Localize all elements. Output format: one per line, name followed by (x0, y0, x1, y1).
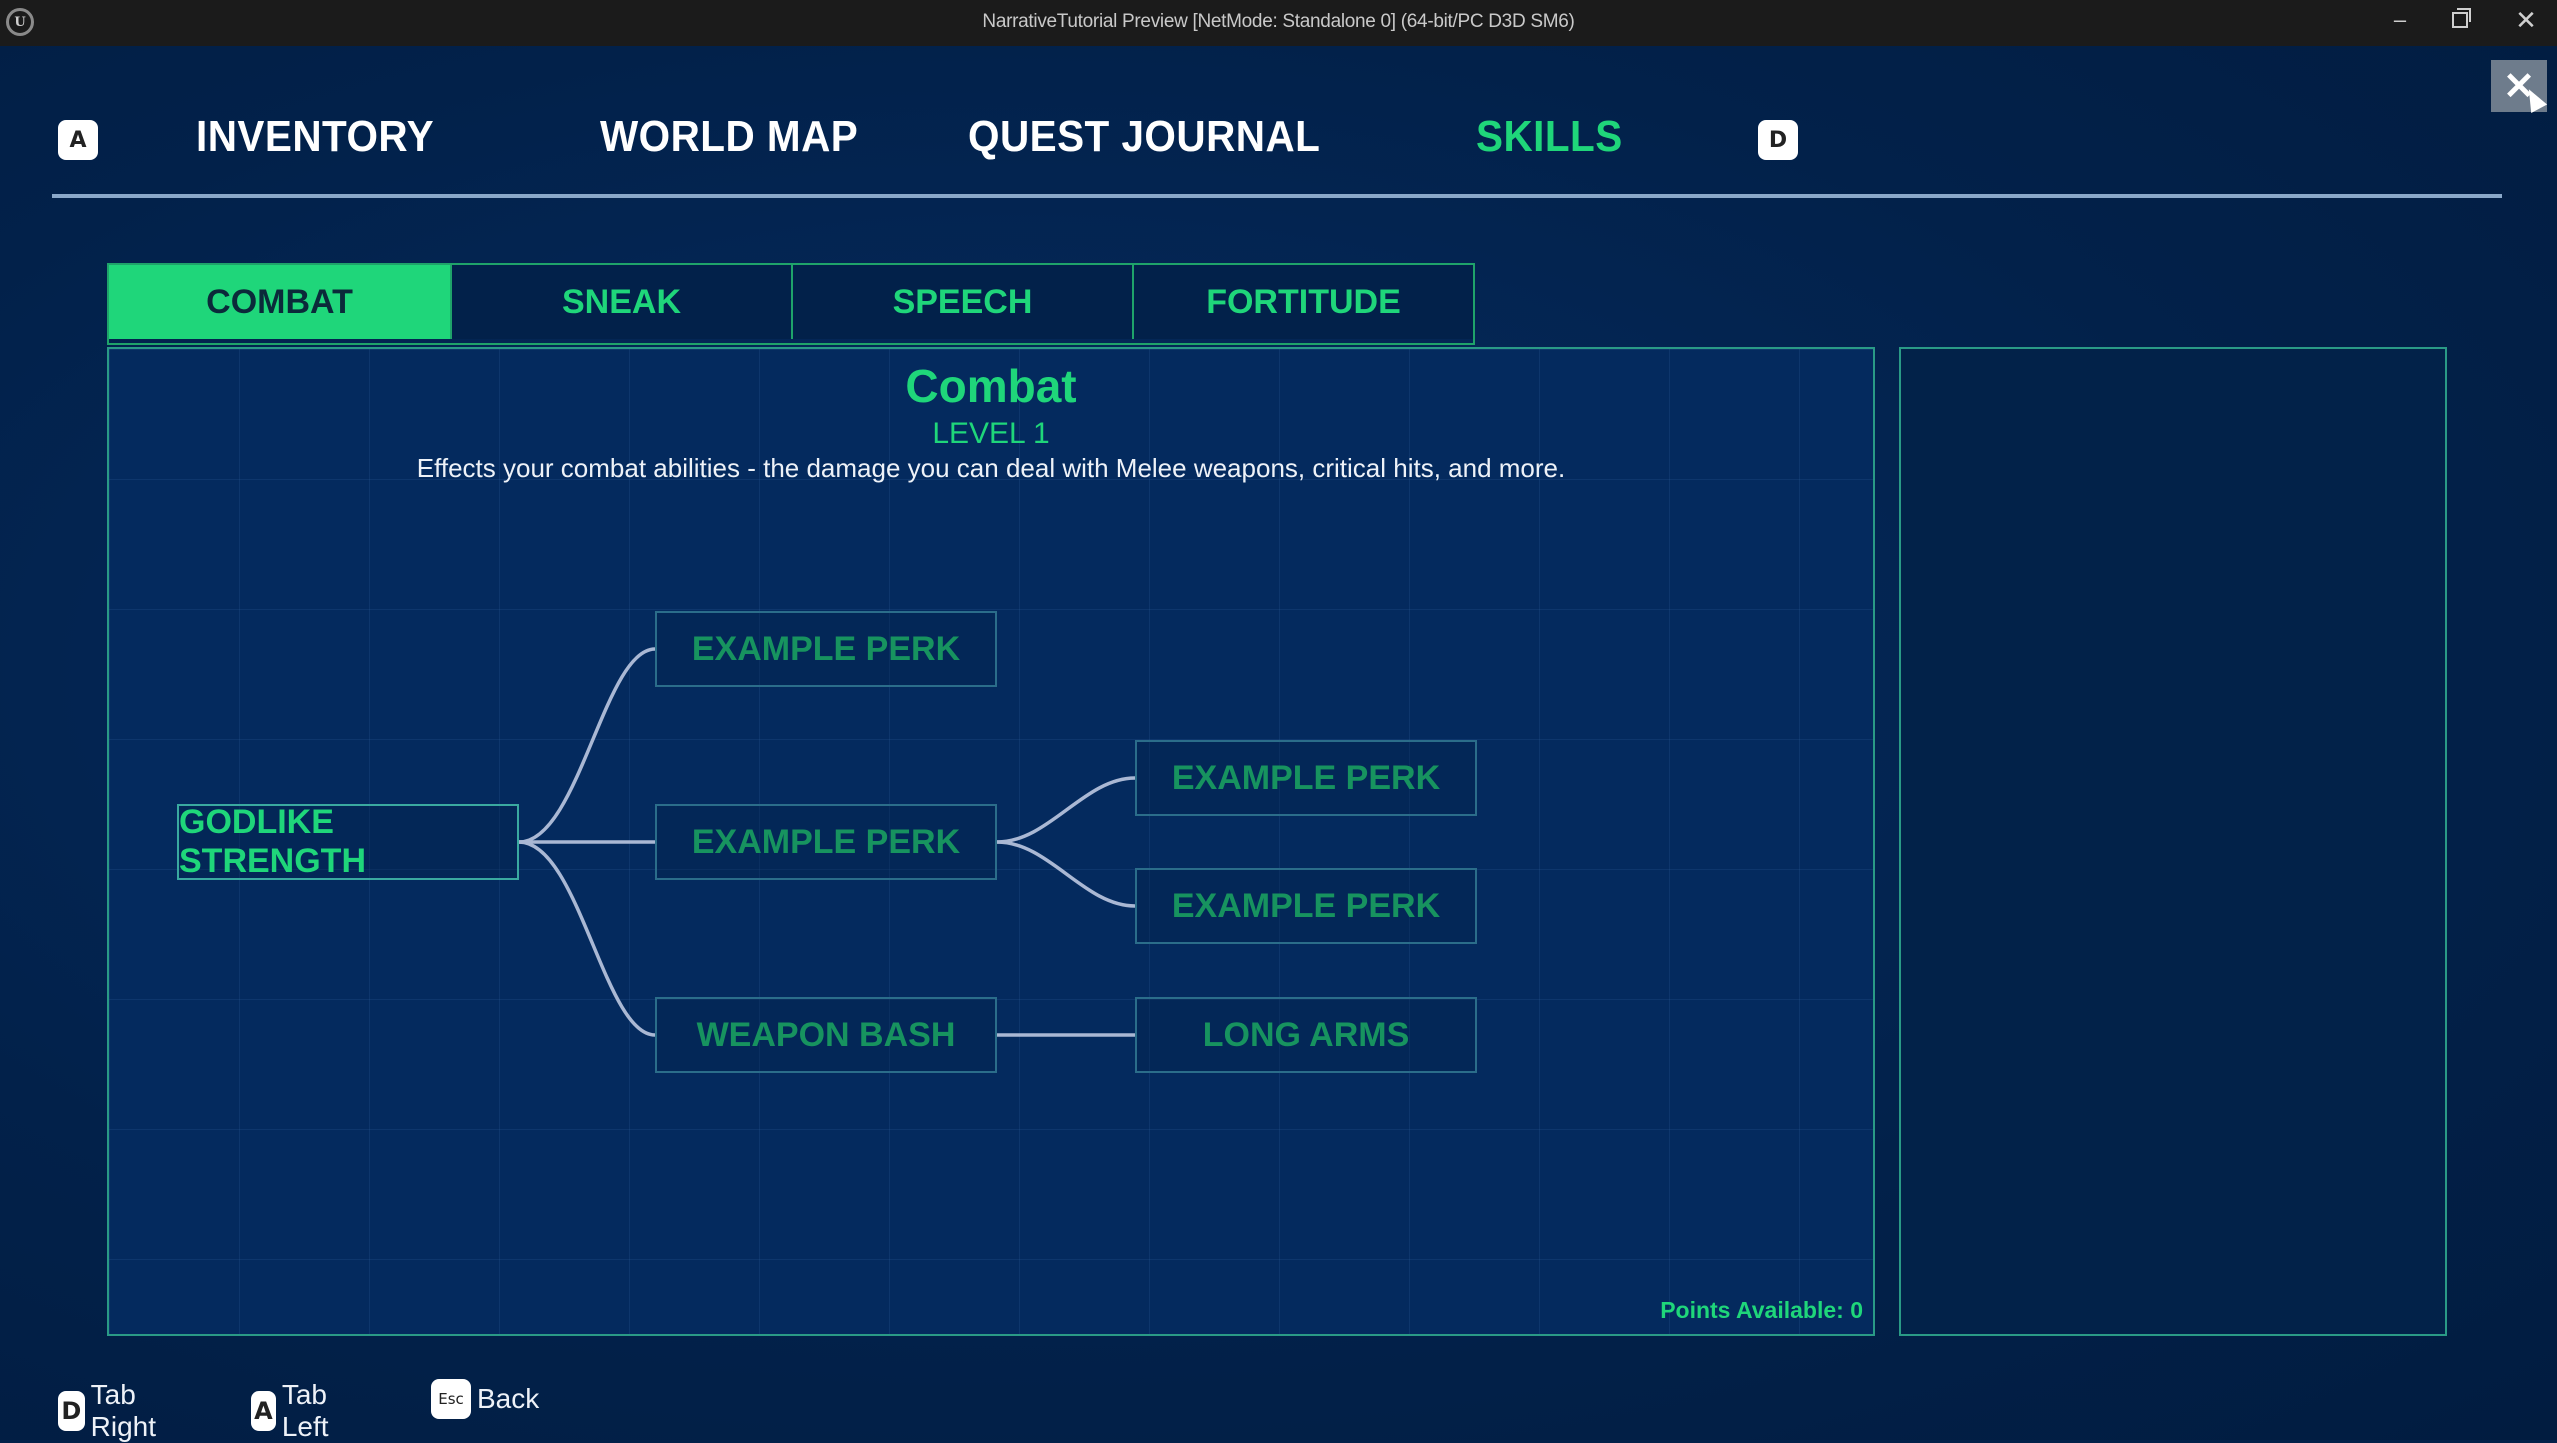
perk-example-4[interactable]: EXAMPLE PERK (1135, 868, 1477, 944)
top-navigation: A INVENTORY WORLD MAP QUEST JOURNAL SKIL… (0, 100, 2557, 180)
skill-tab-speech[interactable]: SPEECH (791, 265, 1132, 339)
a-key-icon: A (251, 1391, 276, 1431)
d-key-icon: D (58, 1391, 85, 1431)
perk-long-arms[interactable]: LONG ARMS (1135, 997, 1477, 1073)
skill-tab-sneak[interactable]: SNEAK (450, 265, 791, 339)
hint-label: Tab Left (281, 1379, 329, 1442)
points-available: Points Available: 0 (1660, 1297, 1863, 1323)
perk-example-2[interactable]: EXAMPLE PERK (655, 804, 997, 880)
tab-skills[interactable]: SKILLS (1476, 112, 1623, 162)
nav-divider (52, 194, 2502, 198)
connector-root-p1 (518, 647, 656, 844)
skill-title: Combat (905, 360, 1077, 412)
minimize-icon: – (2393, 7, 2407, 32)
tab-quest-journal[interactable]: QUEST JOURNAL (968, 112, 1320, 162)
perk-example-1[interactable]: EXAMPLE PERK (655, 611, 997, 687)
hint-label: Back (477, 1383, 540, 1414)
window-title: NarrativeTutorial Preview [NetMode: Stan… (982, 11, 1575, 32)
connector-root-p3 (518, 840, 656, 1037)
skill-description: Effects your combat abilities - the dama… (416, 453, 1566, 483)
window-close-button[interactable]: ✕ (2496, 0, 2556, 40)
perk-weapon-bash[interactable]: WEAPON BASH (655, 997, 997, 1073)
esc-key-icon: Esc (431, 1379, 471, 1419)
hint-label: Tab Right (90, 1379, 156, 1442)
skill-tab-combat[interactable]: COMBAT (109, 265, 450, 339)
hint-tab-right[interactable]: D Tab Right (58, 1379, 169, 1443)
minimize-button[interactable]: – (2370, 0, 2430, 40)
connector-p2-p5 (996, 840, 1136, 908)
skill-level: LEVEL 1 (932, 417, 1050, 450)
restore-icon (2452, 8, 2471, 28)
perk-detail-panel (1899, 347, 2447, 1336)
perk-godlike-strength[interactable]: GODLIKE STRENGTH (177, 803, 519, 880)
tab-left-key-icon[interactable]: A (58, 120, 98, 160)
skill-tree-panel: Combat LEVEL 1 Effects your combat abili… (107, 347, 1875, 1336)
tab-inventory[interactable]: INVENTORY (196, 112, 434, 162)
restore-button[interactable] (2430, 0, 2490, 40)
hint-back[interactable]: Esc Back (431, 1379, 539, 1419)
tab-right-key-icon[interactable]: D (1758, 120, 1798, 160)
perk-example-3[interactable]: EXAMPLE PERK (1135, 740, 1477, 816)
tab-world-map[interactable]: WORLD MAP (600, 112, 858, 162)
connector-p2-p4 (996, 776, 1136, 844)
skill-category-tabs: COMBAT SNEAK SPEECH FORTITUDE (107, 263, 1475, 345)
window-titlebar: U NarrativeTutorial Preview [NetMode: St… (0, 0, 2557, 46)
close-icon: ✕ (2515, 4, 2537, 35)
hint-tab-left[interactable]: A Tab Left (251, 1379, 344, 1443)
skill-tab-fortitude[interactable]: FORTITUDE (1132, 265, 1473, 339)
